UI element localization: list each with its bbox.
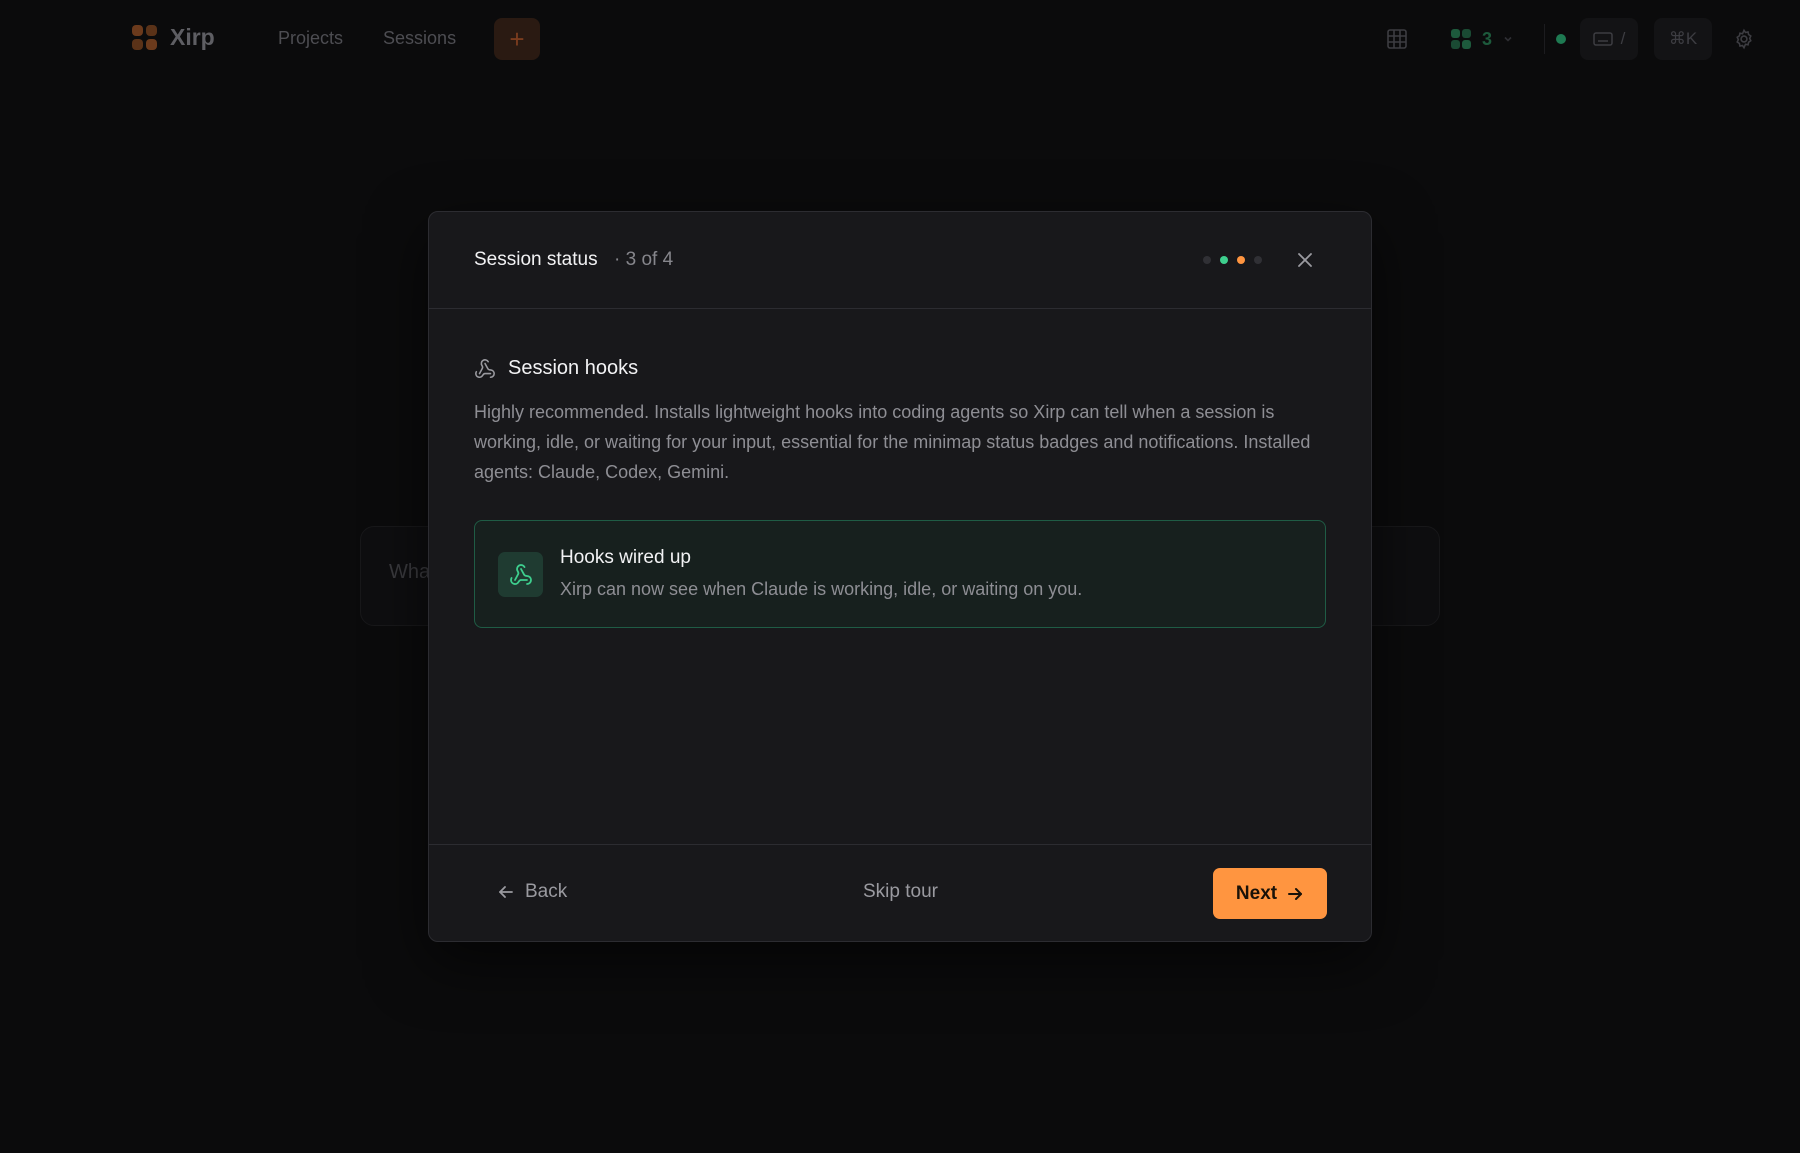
next-button-label: Next bbox=[1235, 882, 1278, 904]
step-dot-2 bbox=[1220, 256, 1228, 264]
gear-icon bbox=[1736, 28, 1752, 50]
close-icon bbox=[1298, 253, 1312, 267]
step-indicator: · 3 of 4 bbox=[614, 249, 674, 270]
workspace-switcher[interactable]: 3 bbox=[1450, 18, 1514, 60]
status-title: Hooks wired up bbox=[560, 547, 691, 568]
close-button[interactable] bbox=[1293, 248, 1317, 272]
arrow-left-icon bbox=[499, 886, 513, 898]
section-heading: Session hooks bbox=[474, 357, 638, 380]
main-nav: Projects Sessions bbox=[278, 28, 456, 49]
command-palette-shortcut: ⌘K bbox=[1668, 29, 1698, 48]
dialog-footer: Back Skip tour Next bbox=[429, 844, 1371, 941]
back-button[interactable]: Back bbox=[497, 881, 567, 903]
chevron-down-icon bbox=[1504, 36, 1512, 42]
step-dot-1 bbox=[1203, 256, 1211, 264]
keyboard-shortcuts-button[interactable]: / bbox=[1580, 18, 1638, 60]
grid-view-button[interactable] bbox=[1386, 18, 1414, 60]
keyboard-shortcut-label: / bbox=[1620, 29, 1626, 48]
divider bbox=[1544, 24, 1545, 54]
nav-sessions[interactable]: Sessions bbox=[383, 28, 456, 49]
workspace-count: 3 bbox=[1482, 28, 1493, 49]
nav-projects[interactable]: Projects bbox=[278, 28, 343, 49]
dialog-title: Session status bbox=[474, 249, 598, 270]
onboarding-tour-dialog: Session status · 3 of 4 Session hooks Hi… bbox=[428, 211, 1372, 942]
status-icon-tile bbox=[498, 552, 543, 597]
new-session-button[interactable]: + bbox=[494, 18, 540, 60]
webhook-success-icon bbox=[509, 563, 532, 585]
section-description: Highly recommended. Installs lightweight… bbox=[474, 402, 1311, 482]
grid-icon bbox=[1387, 29, 1407, 49]
prompt-input-placeholder: Wha bbox=[389, 561, 431, 583]
hooks-status-card: Hooks wired up Xirp can now see when Cla… bbox=[474, 520, 1326, 628]
keyboard-icon bbox=[1592, 32, 1613, 46]
connection-status-dot bbox=[1556, 34, 1566, 44]
brand[interactable]: Xirp bbox=[132, 24, 215, 51]
command-palette-button[interactable]: ⌘K bbox=[1654, 18, 1712, 60]
brand-name: Xirp bbox=[170, 24, 215, 50]
dialog-header: Session status · 3 of 4 bbox=[429, 212, 1371, 309]
settings-button[interactable] bbox=[1728, 18, 1760, 60]
workspace-icon bbox=[1451, 29, 1471, 49]
next-button[interactable]: Next bbox=[1213, 868, 1327, 919]
section-title: Session hooks bbox=[508, 357, 639, 379]
step-dot-3 bbox=[1237, 256, 1245, 264]
skip-tour-button[interactable]: Skip tour bbox=[863, 881, 938, 903]
arrow-right-icon bbox=[1288, 887, 1303, 900]
webhook-icon bbox=[475, 358, 495, 378]
top-bar: Xirp Projects Sessions + 3 / ⌘K bbox=[0, 0, 1800, 78]
plus-icon: + bbox=[509, 23, 525, 54]
status-text: Xirp can now see when Claude is working,… bbox=[560, 579, 1083, 599]
back-button-label: Back bbox=[525, 881, 568, 902]
brand-logo-icon bbox=[132, 24, 158, 51]
step-dot-4 bbox=[1254, 256, 1262, 264]
step-dots bbox=[1203, 256, 1262, 264]
